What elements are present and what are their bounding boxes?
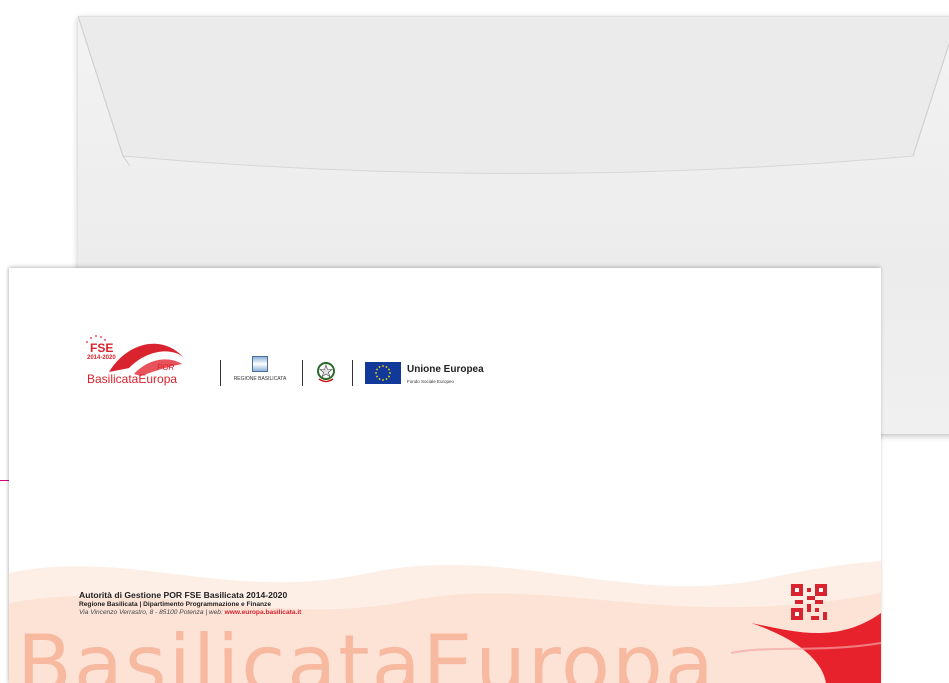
footer-address-text: Via Vincenzo Verrastro, 8 - 85100 Potenz… — [79, 609, 223, 616]
sender-footer: Autorità di Gestione POR FSE Basilicata … — [79, 590, 301, 616]
logo-strip: FSE 2014-2020 POR BasilicataEuropa REGIO… — [79, 330, 599, 390]
regione-basilicata-icon — [252, 356, 268, 372]
brand-watermark: BasilicataEuropa — [17, 618, 716, 683]
fse-years: 2014-2020 — [87, 355, 116, 361]
fse-label: FSE — [90, 341, 114, 355]
regione-label: REGIONE BASILICATA — [233, 376, 287, 382]
footer-department: Regione Basilicata | Dipartimento Progra… — [79, 601, 272, 608]
eu-flag-icon — [365, 362, 401, 384]
logo-separator — [352, 360, 353, 386]
footer-title: Autorità di Gestione POR FSE Basilicata … — [79, 590, 288, 600]
eu-title: Unione Europea — [407, 364, 484, 375]
front-envelope: BasilicataEuropa FSE 2014-2020 POR Basil… — [9, 268, 881, 683]
eu-subtitle: Fondo Sociale Europeo — [407, 379, 455, 384]
regione-basilicata-logo: REGIONE BASILICATA — [230, 356, 290, 386]
footer-website-link[interactable]: www.europa.basilicata.it — [225, 609, 302, 616]
footer-address: Via Vincenzo Verrastro, 8 - 85100 Potenz… — [79, 609, 301, 616]
italian-republic-emblem-icon — [317, 362, 335, 383]
logo-separator — [302, 360, 303, 386]
por-label: POR — [157, 363, 175, 372]
fse-logo: FSE 2014-2020 POR BasilicataEuropa — [79, 330, 189, 390]
red-swoosh-decoration — [731, 613, 881, 683]
logo-separator — [220, 360, 221, 386]
back-envelope-flap — [78, 16, 949, 174]
fse-brand: BasilicataEuropa — [87, 372, 178, 386]
